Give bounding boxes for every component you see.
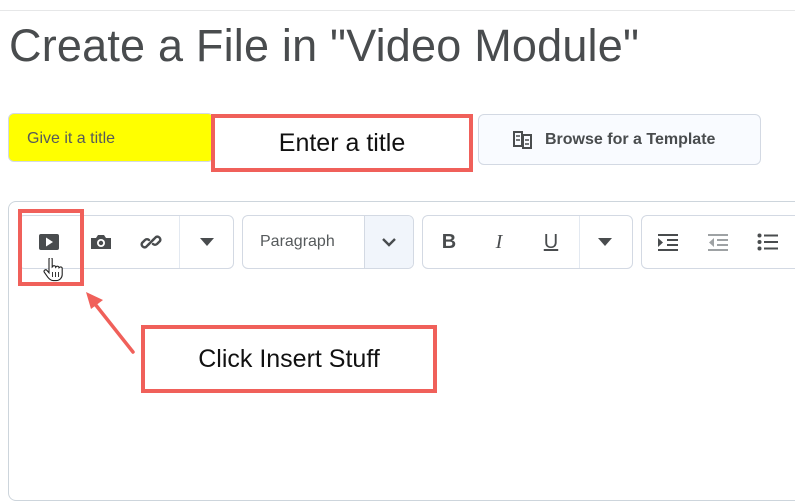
list-toolbar-group bbox=[641, 215, 795, 269]
title-input[interactable]: Give it a title bbox=[8, 113, 214, 162]
toolbar-separator bbox=[579, 216, 580, 268]
more-text-style-button[interactable] bbox=[581, 216, 629, 268]
chevron-down-icon bbox=[382, 237, 396, 247]
top-divider bbox=[0, 10, 795, 11]
caret-down-icon bbox=[598, 238, 612, 246]
toolbar-separator bbox=[179, 216, 180, 268]
outdent-icon bbox=[708, 234, 728, 251]
link-icon bbox=[140, 235, 162, 249]
insert-callout: Click Insert Stuff bbox=[141, 325, 437, 393]
italic-button[interactable]: I bbox=[475, 216, 523, 268]
title-callout: Enter a title bbox=[211, 114, 473, 172]
caret-down-icon bbox=[200, 238, 214, 246]
indent-icon bbox=[658, 234, 678, 251]
browse-template-label: Browse for a Template bbox=[545, 130, 716, 148]
browse-template-button[interactable]: Browse for a Template bbox=[478, 114, 761, 165]
more-insert-button[interactable] bbox=[183, 216, 231, 268]
page-title: Create a File in "Video Module" bbox=[9, 20, 640, 71]
hand-cursor-icon bbox=[43, 258, 63, 282]
insert-link-button[interactable] bbox=[127, 216, 175, 268]
bullet-list-button[interactable] bbox=[744, 216, 792, 268]
template-icon bbox=[513, 130, 532, 149]
text-style-toolbar-group: B I U bbox=[422, 215, 633, 269]
bold-button[interactable]: B bbox=[425, 216, 473, 268]
format-select-toggle[interactable] bbox=[364, 216, 413, 268]
camera-icon bbox=[91, 235, 111, 249]
underline-button[interactable]: U bbox=[527, 216, 575, 268]
format-select[interactable]: Paragraph bbox=[242, 215, 414, 269]
bullet-list-icon bbox=[757, 233, 778, 251]
format-select-value: Paragraph bbox=[260, 233, 335, 250]
insert-image-button[interactable] bbox=[77, 216, 125, 268]
indent-button[interactable] bbox=[644, 216, 692, 268]
outdent-button[interactable] bbox=[694, 216, 742, 268]
